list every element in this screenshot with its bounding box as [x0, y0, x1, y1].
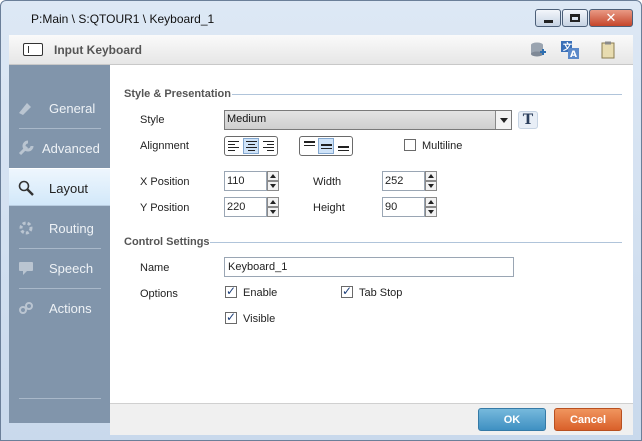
enable-label: Enable: [243, 287, 278, 299]
translate-icon[interactable]: 文 A: [561, 41, 579, 59]
dialog-header: Input Keyboard 文 A: [9, 35, 633, 65]
actions-icon: [19, 302, 33, 314]
height-input[interactable]: 90: [382, 197, 437, 217]
dialog-window: P:Main \ S:QTOUR1 \ Keyboard_1 ✕ Input K…: [0, 0, 642, 441]
sidebar-item-actions[interactable]: Actions: [9, 289, 110, 327]
height-label: Height: [313, 202, 345, 214]
tab-stop-label: Tab Stop: [359, 287, 403, 299]
maximize-button[interactable]: [562, 9, 588, 27]
dialog-footer: OK Cancel: [110, 403, 633, 435]
width-value: 252: [385, 175, 404, 187]
y-position-label: Y Position: [140, 202, 190, 214]
name-value: Keyboard_1: [228, 261, 288, 273]
height-up-icon[interactable]: [425, 197, 437, 207]
speech-icon: [19, 262, 33, 275]
sidebar-item-layout[interactable]: Layout: [9, 168, 110, 206]
ok-button[interactable]: OK: [478, 408, 546, 431]
add-database-icon[interactable]: [529, 41, 547, 59]
sidebar-item-general[interactable]: General: [9, 89, 110, 127]
minimize-button[interactable]: [535, 9, 561, 27]
y-position-value: 220: [227, 201, 246, 213]
svg-text:A: A: [570, 50, 577, 59]
x-position-input[interactable]: 110: [224, 171, 279, 191]
y-position-down-icon[interactable]: [267, 207, 279, 217]
clipboard-icon[interactable]: [599, 41, 617, 59]
sidebar-item-routing[interactable]: Routing: [9, 209, 110, 247]
gear-icon: [19, 221, 33, 235]
page-title: Input Keyboard: [54, 43, 143, 57]
style-select[interactable]: Medium: [224, 110, 512, 130]
align-middle-button[interactable]: [318, 138, 334, 154]
align-left-button[interactable]: [226, 138, 242, 154]
y-position-up-icon[interactable]: [267, 197, 279, 207]
window-controls: ✕: [535, 9, 633, 27]
width-up-icon[interactable]: [425, 171, 437, 181]
name-input[interactable]: Keyboard_1: [224, 257, 514, 277]
layout-icon: [18, 180, 34, 196]
x-position-up-icon[interactable]: [267, 171, 279, 181]
window-title: P:Main \ S:QTOUR1 \ Keyboard_1: [31, 12, 215, 26]
close-icon: ✕: [605, 10, 617, 26]
horizontal-alignment-group: [224, 136, 278, 156]
multiline-label: Multiline: [422, 140, 463, 152]
sidebar-item-label: Speech: [49, 261, 94, 276]
align-bottom-button[interactable]: [335, 138, 351, 154]
x-position-down-icon[interactable]: [267, 181, 279, 191]
section-divider: [210, 242, 622, 243]
visible-checkbox[interactable]: [225, 310, 237, 324]
visible-label: Visible: [243, 313, 276, 325]
cancel-button[interactable]: Cancel: [554, 408, 622, 431]
x-position-value: 110: [227, 175, 245, 187]
style-select-value: Medium: [227, 113, 267, 125]
text-format-button[interactable]: T: [518, 111, 538, 129]
style-label: Style: [140, 114, 165, 126]
section-title-control: Control Settings: [124, 236, 210, 248]
alignment-label: Alignment: [140, 140, 189, 152]
sidebar-item-speech[interactable]: Speech: [9, 249, 110, 287]
section-title-style: Style & Presentation: [124, 88, 231, 100]
name-label: Name: [140, 262, 170, 274]
sidebar-item-advanced[interactable]: Advanced: [9, 129, 110, 167]
width-input[interactable]: 252: [382, 171, 437, 191]
text-format-icon: T: [522, 112, 534, 128]
close-button[interactable]: ✕: [589, 9, 633, 27]
main-panel: Style & Presentation Style Medium T Alig…: [110, 65, 633, 403]
chevron-down-icon[interactable]: [495, 111, 511, 129]
align-top-button[interactable]: [301, 138, 317, 154]
sidebar-item-label: Advanced: [42, 141, 100, 156]
width-label: Width: [313, 176, 342, 188]
maximize-icon: [570, 14, 580, 22]
sidebar-divider: [19, 398, 101, 399]
input-field-icon: [23, 43, 43, 56]
sidebar-item-label: Layout: [49, 181, 89, 196]
title-bar[interactable]: P:Main \ S:QTOUR1 \ Keyboard_1 ✕: [1, 1, 641, 35]
x-position-label: X Position: [140, 176, 190, 188]
align-right-button[interactable]: [260, 138, 276, 154]
multiline-checkbox[interactable]: [404, 139, 416, 151]
enable-checkbox[interactable]: [225, 284, 237, 298]
sidebar-item-label: Routing: [49, 221, 94, 236]
sidebar: General Advanced Layout Routing Speech A…: [9, 65, 110, 423]
general-icon: [19, 103, 31, 115]
section-divider: [232, 94, 622, 95]
sidebar-item-label: Actions: [49, 301, 92, 316]
y-position-input[interactable]: 220: [224, 197, 279, 217]
options-label: Options: [140, 288, 178, 300]
minimize-icon: [543, 19, 553, 23]
height-value: 90: [385, 201, 398, 213]
wrench-icon: [18, 140, 34, 156]
width-down-icon[interactable]: [425, 181, 437, 191]
align-center-button[interactable]: [243, 138, 259, 154]
sidebar-item-label: General: [49, 101, 96, 116]
tab-stop-checkbox[interactable]: [341, 284, 353, 298]
vertical-alignment-group: [299, 136, 353, 156]
height-down-icon[interactable]: [425, 207, 437, 217]
